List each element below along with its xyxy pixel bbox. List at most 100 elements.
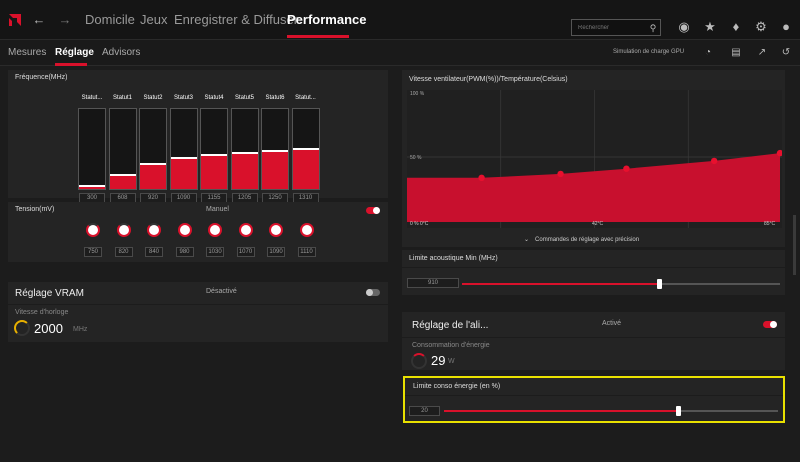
state-bar-handle[interactable] <box>262 150 288 153</box>
acoustic-divider <box>402 267 785 268</box>
state-label: Statut... <box>81 95 103 101</box>
vram-title: Réglage VRAM <box>15 288 84 299</box>
tab-jeux[interactable]: Jeux <box>140 12 167 27</box>
power-tuning-toggle[interactable] <box>763 321 777 328</box>
share-icon[interactable]: ↗ <box>756 46 768 60</box>
fan-curve-point[interactable] <box>710 157 718 165</box>
clock-speed-label: Vitesse d'horloge <box>15 309 69 316</box>
state-bar[interactable] <box>291 108 320 190</box>
tab-domicile[interactable]: Domicile <box>85 12 135 27</box>
state-bar[interactable] <box>200 108 228 190</box>
state-bar-fill <box>170 157 197 189</box>
state-label: Statut3 <box>173 95 193 101</box>
search-icon[interactable]: ⚲ <box>647 21 659 35</box>
voltage-value-field[interactable]: 820 <box>114 247 133 257</box>
tab-mesures[interactable]: Mesures <box>8 47 46 58</box>
fan-curve-chart[interactable] <box>407 90 782 228</box>
tab-reglage[interactable]: Réglage <box>55 47 94 58</box>
vram-toggle[interactable] <box>366 289 380 296</box>
fan-chart-area: 100 % 50 % 0 % 0°C 42°C 85°C <box>407 90 782 228</box>
state-bar-fill <box>262 151 288 189</box>
state-bar-handle[interactable] <box>170 156 197 159</box>
state-bar-fill <box>201 155 227 189</box>
user-icon[interactable]: ● <box>779 20 793 34</box>
export-icon[interactable]: ▤ <box>730 46 742 60</box>
star-icon[interactable]: ★ <box>703 20 717 34</box>
precision-controls-link[interactable]: ⌄ Commandes de réglage avec précision <box>524 236 639 243</box>
state-bar[interactable] <box>230 108 259 190</box>
voltage-value-field[interactable]: 980 <box>175 247 194 257</box>
voltage-knob[interactable] <box>147 223 161 237</box>
state-bar[interactable] <box>139 108 167 190</box>
back-arrow-icon[interactable]: ← <box>32 13 46 27</box>
scrollbar[interactable] <box>793 215 796 275</box>
gear-icon[interactable]: ⚙ <box>754 20 768 34</box>
power-limit-slider-thumb[interactable] <box>675 406 681 416</box>
x-label-mid: 42°C <box>592 221 604 227</box>
reset-icon[interactable]: ↺ <box>780 46 792 60</box>
state-bar-handle[interactable] <box>109 174 136 177</box>
chevron-down-icon: ⌄ <box>524 237 530 243</box>
state-bar-fill <box>231 153 258 189</box>
voltage-value-field[interactable]: 1090 <box>267 247 285 257</box>
fan-curve-point[interactable] <box>557 170 564 178</box>
x-label-end: 85°C <box>764 221 776 227</box>
voltage-knob[interactable] <box>299 223 314 237</box>
voltage-knob[interactable] <box>177 223 192 237</box>
power-limit-divider <box>405 395 783 396</box>
search-box[interactable]: ⚲ <box>571 19 661 36</box>
voltage-knob[interactable] <box>208 223 222 237</box>
state-bar-handle[interactable] <box>79 184 105 187</box>
state-bar[interactable] <box>108 108 137 190</box>
consumption-gauge-icon <box>411 353 427 369</box>
acoustic-value-field[interactable]: 910 <box>407 278 459 288</box>
fan-curve-point[interactable] <box>623 165 630 172</box>
voltage-toggle[interactable] <box>366 207 380 214</box>
state-label: Statut... <box>295 95 316 101</box>
voltage-value-field[interactable]: 840 <box>145 247 163 257</box>
voltage-knob[interactable] <box>86 223 100 237</box>
tab-performance[interactable]: Performance <box>287 12 366 27</box>
voltage-mode-label: Manuel <box>206 206 229 213</box>
clock-gauge-icon <box>14 320 30 336</box>
state-bar-handle[interactable] <box>231 152 258 154</box>
tab-enregistrer-diffuser[interactable]: Enregistrer & Diffuser <box>174 12 298 27</box>
gpu-load-simulation-label[interactable]: Simulation de charge GPU <box>613 49 684 55</box>
acoustic-slider-fill <box>462 283 660 285</box>
y-label-mid: 50 % <box>410 155 422 161</box>
state-bar[interactable] <box>169 108 198 190</box>
fan-curve-panel: Vitesse ventilateur(PWM(%))/Température(… <box>402 70 785 247</box>
state-bar-handle[interactable] <box>292 148 319 150</box>
consumption-label: Consommation d'énergie <box>412 342 490 349</box>
forward-arrow-icon[interactable]: → <box>58 13 72 27</box>
voltage-knob[interactable] <box>238 223 253 237</box>
clock-speed-unit: MHz <box>73 326 88 333</box>
x-label-start: 0 % 0°C <box>410 221 429 227</box>
power-limit-title: Limite conso énergie (en %) <box>413 383 501 390</box>
fan-curve-point[interactable] <box>478 174 485 181</box>
bell-icon[interactable]: ♦ <box>729 20 743 34</box>
state-bar[interactable] <box>78 108 106 190</box>
state-bar-fill <box>109 175 136 189</box>
globe-icon[interactable]: ◉ <box>677 20 691 34</box>
state-bar[interactable] <box>261 108 289 190</box>
speedometer-icon[interactable]: ◔ <box>702 46 714 60</box>
state-bar-handle[interactable] <box>140 163 166 166</box>
state-bar-handle[interactable] <box>201 154 227 157</box>
voltage-value-field[interactable]: 1070 <box>236 247 255 257</box>
search-input[interactable] <box>578 22 644 33</box>
state-label: Statut1 <box>112 95 132 101</box>
voltage-value-field[interactable]: 750 <box>84 247 102 257</box>
voltage-value-field[interactable]: 1030 <box>206 247 224 257</box>
tab-advisors[interactable]: Advisors <box>102 47 140 58</box>
voltage-knob[interactable] <box>269 223 283 237</box>
active-subtab-indicator <box>55 63 87 66</box>
acoustic-slider-thumb[interactable] <box>657 279 663 289</box>
power-limit-value-field[interactable]: 20 <box>409 406 440 416</box>
consumption-value: 29 <box>431 353 446 368</box>
voltage-value-field[interactable]: 1110 <box>297 247 316 257</box>
power-tuning-panel: Réglage de l'ali... Activé Consommation … <box>402 312 785 370</box>
voltage-knob[interactable] <box>116 223 131 237</box>
voltage-title: Tension(mV) <box>15 206 55 213</box>
fan-curve-title: Vitesse ventilateur(PWM(%))/Température(… <box>409 76 568 83</box>
